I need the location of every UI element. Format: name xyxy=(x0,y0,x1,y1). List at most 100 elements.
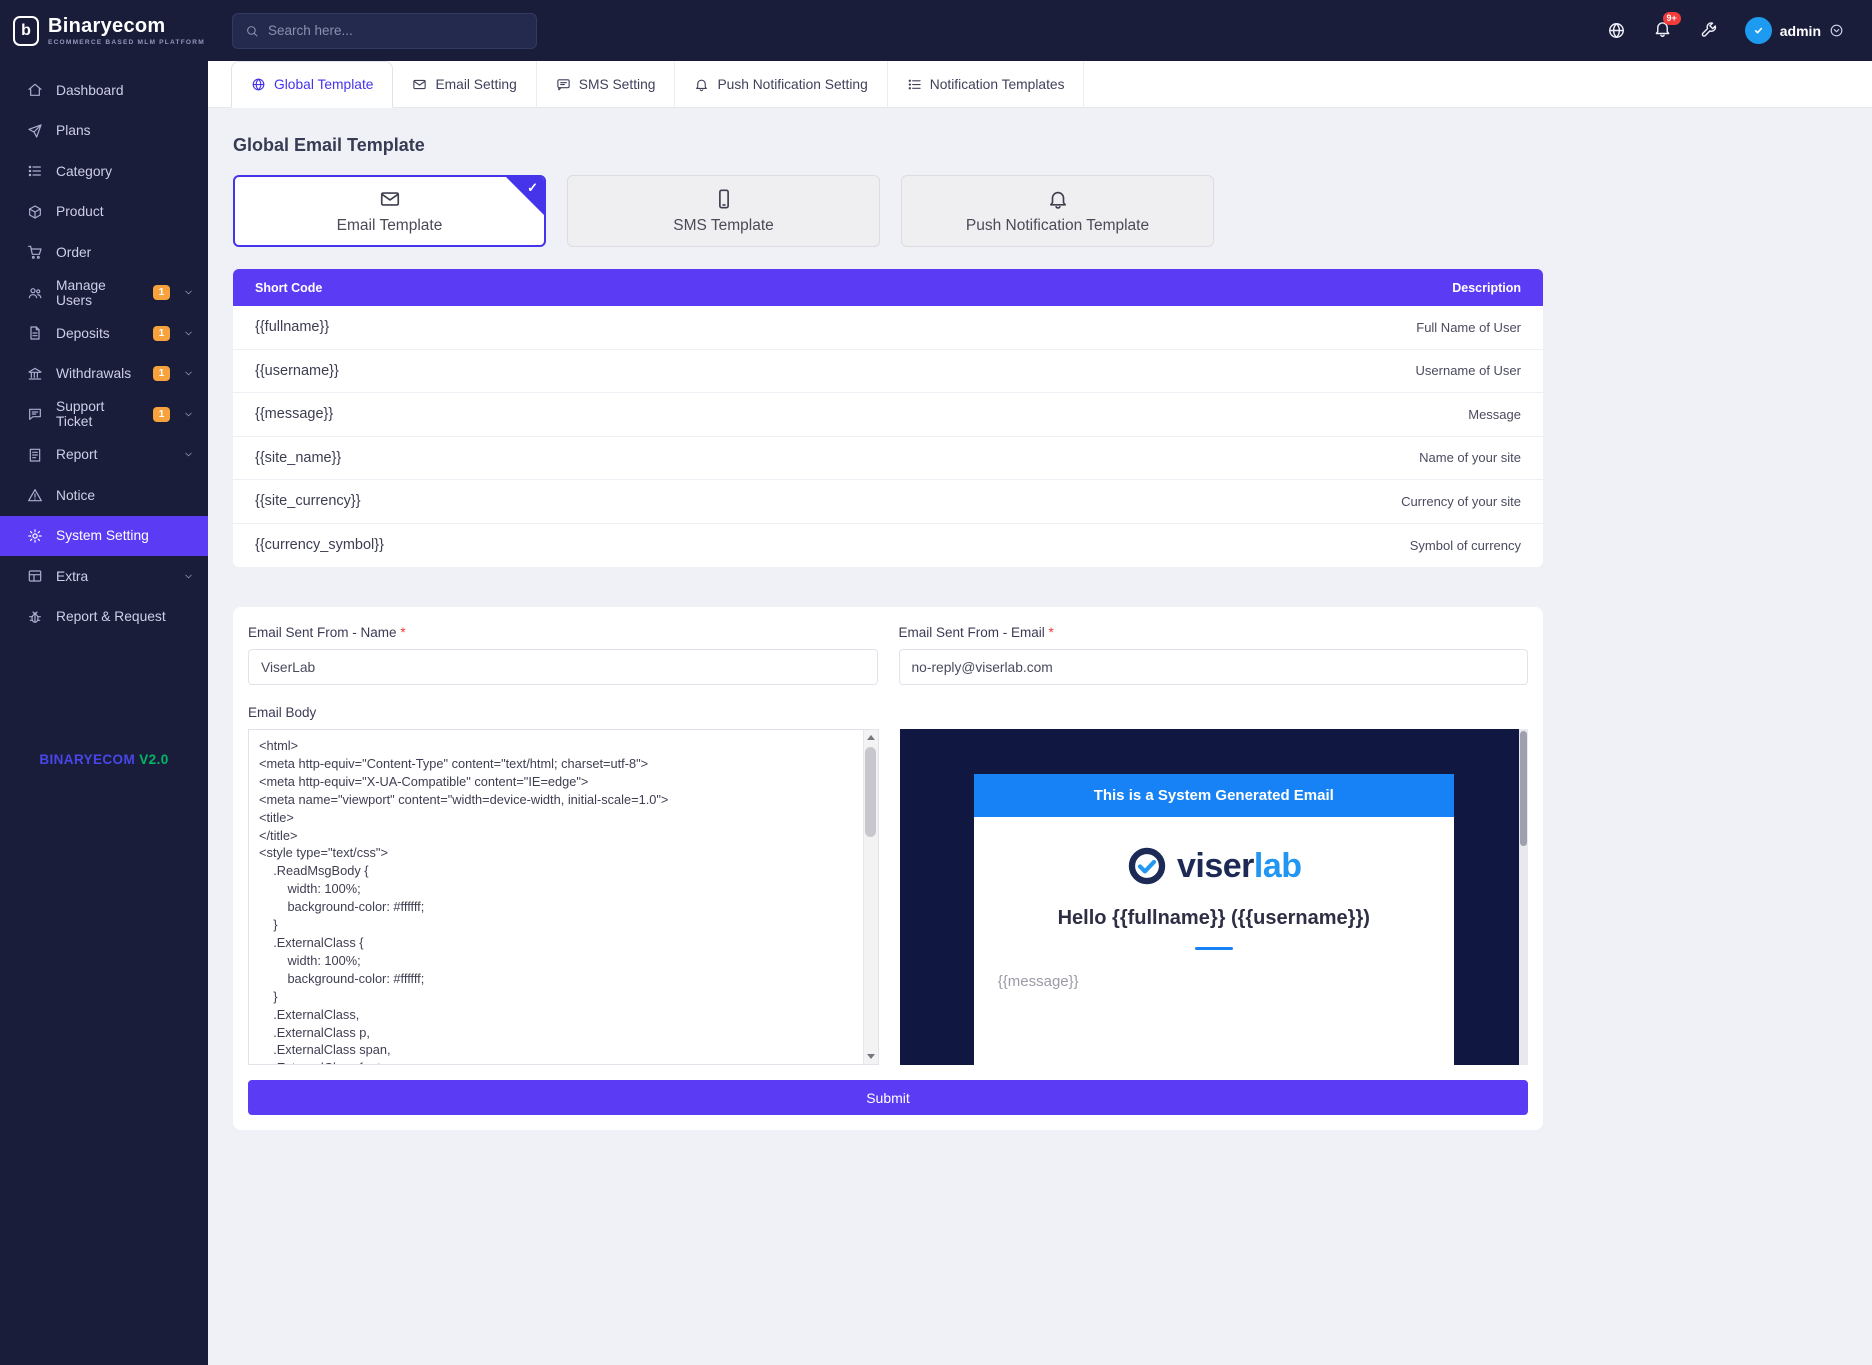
preview-greeting: Hello {{fullname}} ({{username}}) xyxy=(998,907,1430,930)
sidebar-item-system-setting[interactable]: System Setting xyxy=(0,516,208,557)
count-badge: 1 xyxy=(153,407,170,422)
scroll-down-arrow[interactable] xyxy=(863,1049,878,1064)
page-title: Global Email Template xyxy=(233,135,1543,156)
sidebar-item-label: Dashboard xyxy=(56,83,124,98)
push-notification-template-card[interactable]: Push Notification Template xyxy=(901,175,1214,247)
sidebar-item-dashboard[interactable]: Dashboard xyxy=(0,70,208,111)
scrollbar-thumb[interactable] xyxy=(1520,731,1527,846)
sidebar-item-label: Category xyxy=(56,164,112,179)
preview-scrollbar[interactable] xyxy=(1519,729,1528,1065)
brand-name: Binaryecom xyxy=(48,16,205,36)
sidebar-item-label: Extra xyxy=(56,569,88,584)
sent-from-email-input[interactable] xyxy=(899,649,1529,685)
viserlab-logo-icon xyxy=(1126,845,1168,887)
table-row: {{message}} Message xyxy=(233,393,1543,437)
sidebar-item-label: Deposits xyxy=(56,326,110,341)
report-icon xyxy=(27,447,43,463)
tab-notification-templates[interactable]: Notification Templates xyxy=(888,61,1085,107)
sms-template-card[interactable]: SMS Template xyxy=(567,175,880,247)
mobile-icon xyxy=(713,188,735,210)
submit-button[interactable]: Submit xyxy=(248,1080,1528,1115)
sidebar-item-order[interactable]: Order xyxy=(0,232,208,273)
tab-global-template[interactable]: Global Template xyxy=(231,61,393,108)
search-bar[interactable] xyxy=(232,13,537,49)
required-mark: * xyxy=(400,625,405,640)
user-menu[interactable]: admin xyxy=(1745,17,1844,44)
logo-text-viser: viser xyxy=(1177,847,1254,885)
selected-corner xyxy=(506,177,544,215)
shortcode-description: Symbol of currency xyxy=(1410,538,1521,553)
table-row: {{site_currency}} Currency of your site xyxy=(233,480,1543,524)
sidebar-item-manage-users[interactable]: Manage Users 1 xyxy=(0,273,208,314)
sent-from-email-label: Email Sent From - Email * xyxy=(899,625,1529,640)
chevron-down-icon xyxy=(183,409,194,420)
check-icon xyxy=(1751,23,1766,38)
globe-icon[interactable] xyxy=(1607,21,1626,40)
bank-icon xyxy=(27,366,43,382)
chevron-down-icon xyxy=(183,328,194,339)
page-content: Global Email Template ✓ Email Template S… xyxy=(233,108,1543,1160)
tab-email-setting[interactable]: Email Setting xyxy=(393,61,536,107)
preview-message-placeholder: {{message}} xyxy=(998,973,1430,990)
editor-scrollbar[interactable] xyxy=(863,730,878,1064)
sidebar-item-label: Support Ticket xyxy=(56,399,140,429)
sent-from-name-label: Email Sent From - Name * xyxy=(248,625,878,640)
tab-label: Global Template xyxy=(274,77,373,92)
sidebar-item-extra[interactable]: Extra xyxy=(0,556,208,597)
tab-sms-setting[interactable]: SMS Setting xyxy=(537,61,676,107)
count-badge: 1 xyxy=(153,326,170,341)
sidebar-item-category[interactable]: Category xyxy=(0,151,208,192)
count-badge: 1 xyxy=(153,285,170,300)
notifications-button[interactable]: 9+ xyxy=(1653,19,1672,43)
tab-push-notification-setting[interactable]: Push Notification Setting xyxy=(675,61,887,107)
scrollbar-thumb[interactable] xyxy=(865,747,876,837)
email-body-textarea[interactable]: <html> <meta http-equiv="Content-Type" c… xyxy=(249,730,878,1064)
main-area: 9+ admin Global Template Email Sett xyxy=(208,0,1872,1365)
shortcode-description: Name of your site xyxy=(1419,450,1521,465)
bell-icon xyxy=(1047,188,1069,210)
product-box-icon xyxy=(27,204,43,220)
search-input[interactable] xyxy=(268,23,524,38)
preview-divider xyxy=(1195,947,1233,950)
envelope-icon xyxy=(379,188,401,210)
chevron-down-icon xyxy=(183,287,194,298)
brand-logo[interactable]: b Binaryecom ECOMMERCE BASED MLM PLATFOR… xyxy=(0,0,208,61)
sidebar-item-label: Manage Users xyxy=(56,278,140,308)
shortcode-description: Username of User xyxy=(1416,363,1521,378)
chat-icon xyxy=(27,406,43,422)
envelope-icon xyxy=(412,77,427,92)
sidebar-item-support-ticket[interactable]: Support Ticket 1 xyxy=(0,394,208,435)
sidebar-item-deposits[interactable]: Deposits 1 xyxy=(0,313,208,354)
tab-label: Email Setting xyxy=(435,77,516,92)
email-preview-body: viserlab Hello {{fullname}} ({{username}… xyxy=(974,817,1454,1020)
sidebar-item-report-request[interactable]: Report & Request xyxy=(0,597,208,638)
column-header-shortcode: Short Code xyxy=(255,281,322,295)
warning-icon xyxy=(27,487,43,503)
users-icon xyxy=(27,285,43,301)
email-body-editor: <html> <meta http-equiv="Content-Type" c… xyxy=(248,729,879,1065)
sidebar-item-report[interactable]: Report xyxy=(0,435,208,476)
grid-icon xyxy=(27,568,43,584)
shortcode-value: {{site_name}} xyxy=(255,450,341,466)
wrench-icon[interactable] xyxy=(1699,21,1718,40)
sidebar-item-withdrawals[interactable]: Withdrawals 1 xyxy=(0,354,208,395)
sidebar: b Binaryecom ECOMMERCE BASED MLM PLATFOR… xyxy=(0,0,208,1365)
chevron-circle-icon xyxy=(1829,23,1844,38)
table-row: {{fullname}} Full Name of User xyxy=(233,306,1543,350)
shortcode-value: {{fullname}} xyxy=(255,319,329,335)
table-row: {{username}} Username of User xyxy=(233,350,1543,394)
sidebar-item-plans[interactable]: Plans xyxy=(0,111,208,152)
email-preview-card: This is a System Generated Email viserla… xyxy=(974,774,1454,1065)
column-header-description: Description xyxy=(1452,281,1521,295)
email-template-card[interactable]: ✓ Email Template xyxy=(233,175,546,247)
email-preview-panel: This is a System Generated Email viserla… xyxy=(900,729,1529,1065)
card-label: Email Template xyxy=(337,217,443,235)
notification-count-badge: 9+ xyxy=(1663,12,1681,25)
sent-from-name-input[interactable] xyxy=(248,649,878,685)
sms-icon xyxy=(556,77,571,92)
sidebar-item-product[interactable]: Product xyxy=(0,192,208,233)
scroll-up-arrow[interactable] xyxy=(863,730,878,745)
sidebar-item-label: Product xyxy=(56,204,104,219)
sidebar-item-notice[interactable]: Notice xyxy=(0,475,208,516)
shortcode-description: Message xyxy=(1468,407,1521,422)
